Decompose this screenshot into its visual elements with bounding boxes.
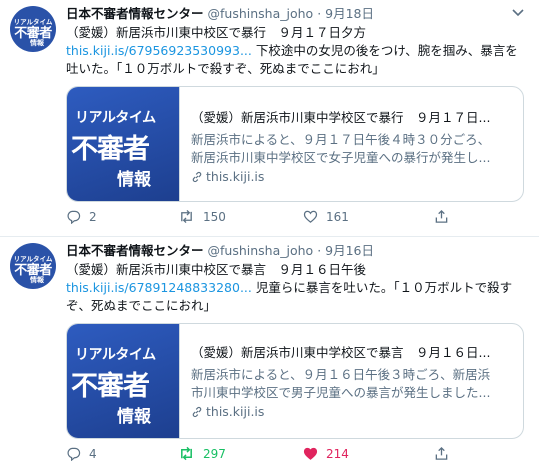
heart-icon <box>303 447 318 460</box>
card-body: （愛媛）新居浜市川東中学校区で暴言 ９月１６日... 新居浜市によると、９月１６… <box>179 324 523 438</box>
card-image-text: リアルタイム <box>75 110 156 126</box>
card-image-text: 情報 <box>117 407 151 427</box>
retweet-icon <box>181 209 192 224</box>
card-description: 新居浜市によると、９月１６日午後３時ごろ、新居浜 <box>191 367 491 382</box>
reply-icon <box>67 447 81 462</box>
card-domain-text: this.kiji.is <box>206 169 265 184</box>
user-handle[interactable]: @fushinsha_joho <box>208 243 314 258</box>
card-image: リアルタイム 不審者 情報 <box>67 87 179 201</box>
reply-button[interactable]: 2 <box>66 208 97 226</box>
card-body: （愛媛）新居浜市川東中学校区で暴行 ９月１７日... 新居浜市によると、９月１７… <box>179 87 523 201</box>
reply-count: 2 <box>89 210 97 224</box>
tweet-date[interactable]: 9月16日 <box>325 243 374 258</box>
link-icon <box>192 406 202 418</box>
tweet-text-line: ぞ、死ぬまでここにおれ」 <box>66 298 217 313</box>
share-icon <box>435 209 448 223</box>
reply-count: 4 <box>89 447 97 461</box>
share-button[interactable] <box>434 445 457 463</box>
card-description: 新居浜市川東中学校区で女子児童への暴行が発生し... <box>191 150 491 165</box>
tweet-link[interactable]: this.kiji.is/67891248833280... <box>66 280 252 295</box>
avatar-text: 情報 <box>30 276 44 284</box>
card-domain: this.kiji.is <box>191 169 264 184</box>
card-image-text: 不審者 <box>71 134 150 165</box>
tweet-header: 日本不審者情報センター @fushinsha_joho · 9月18日 <box>66 5 374 23</box>
card-image: リアルタイム 不審者 情報 <box>67 324 179 438</box>
like-button[interactable]: 161 <box>303 208 349 226</box>
tweet-text-fragment: 児童らに暴言を吐いた。「１０万ボルトで殺す <box>255 280 513 295</box>
avatar-text: 情報 <box>30 39 44 47</box>
reply-icon <box>67 210 81 225</box>
user-handle[interactable]: @fushinsha_joho <box>208 6 314 21</box>
tweet-link[interactable]: this.kiji.is/67956923530993... <box>66 43 252 58</box>
separator-dot: · <box>317 243 322 258</box>
like-count: 214 <box>326 447 349 461</box>
card-title: （愛媛）新居浜市川東中学校区で暴言 ９月１６日... <box>191 345 491 360</box>
tweet-text-line: （愛媛）新居浜市川東中校区で暴行 ９月１７日夕方 <box>66 25 367 40</box>
card-domain: this.kiji.is <box>191 404 264 419</box>
share-icon <box>435 446 448 460</box>
card-description: 新居浜市によると、９月１７日午後４時３０分ごろ、 <box>191 132 491 147</box>
display-name[interactable]: 日本不審者情報センター <box>66 6 204 21</box>
retweet-count: 150 <box>203 210 226 224</box>
link-card[interactable]: リアルタイム 不審者 情報 （愛媛）新居浜市川東中学校区で暴言 ９月１６日...… <box>66 323 524 439</box>
like-button[interactable]: 214 <box>303 445 349 463</box>
card-description: 市川東中学校区で男子児童への暴言が発生しました... <box>191 385 491 400</box>
separator-dot: · <box>317 6 322 21</box>
heart-icon <box>303 210 318 223</box>
card-title: （愛媛）新居浜市川東中学校区で暴行 ９月１７日... <box>191 110 491 125</box>
tweet[interactable]: リアルタイム 不審者 情報 日本不審者情報センター @fushinsha_joh… <box>0 237 539 473</box>
display-name[interactable]: 日本不審者情報センター <box>66 243 204 258</box>
retweet-icon <box>181 446 192 461</box>
tweet-text-fragment: 下校途中の女児の後をつけ、腕を掴み、暴言を <box>255 43 518 58</box>
tweet-text-line: this.kiji.is/67956923530993... 下校途中の女児の後… <box>66 42 528 60</box>
tweet-actions: 2 150 161 <box>66 208 536 226</box>
tweet-text-line: （愛媛）新居浜市川東中校区で暴言 ９月１６日午後 <box>66 262 367 277</box>
card-image-text: 情報 <box>117 170 151 190</box>
avatar[interactable]: リアルタイム 不審者 情報 <box>10 243 56 289</box>
tweet-text-line: this.kiji.is/67891248833280... 児童らに暴言を吐い… <box>66 279 528 297</box>
chevron-down-icon[interactable] <box>511 8 525 18</box>
reply-button[interactable]: 4 <box>66 445 97 463</box>
tweet-text-line: 吐いた。「１０万ボルトで殺すぞ、死ぬまでここにおれ」 <box>66 61 385 76</box>
card-image-text: 不審者 <box>71 371 150 402</box>
tweet-actions: 4 297 214 <box>66 445 536 463</box>
card-domain-text: this.kiji.is <box>206 404 265 419</box>
share-button[interactable] <box>434 208 457 226</box>
retweet-button[interactable]: 297 <box>178 445 226 463</box>
tweet-date[interactable]: 9月18日 <box>325 6 374 21</box>
card-image-text: リアルタイム <box>75 347 156 363</box>
link-card[interactable]: リアルタイム 不審者 情報 （愛媛）新居浜市川東中学校区で暴行 ９月１７日...… <box>66 86 524 202</box>
retweet-button[interactable]: 150 <box>178 208 226 226</box>
tweet[interactable]: リアルタイム 不審者 情報 日本不審者情報センター @fushinsha_joh… <box>0 0 539 236</box>
like-count: 161 <box>326 210 349 224</box>
tweet-header: 日本不審者情報センター @fushinsha_joho · 9月16日 <box>66 242 374 260</box>
avatar[interactable]: リアルタイム 不審者 情報 <box>10 6 56 52</box>
retweet-count: 297 <box>203 447 226 461</box>
link-icon <box>192 171 202 183</box>
